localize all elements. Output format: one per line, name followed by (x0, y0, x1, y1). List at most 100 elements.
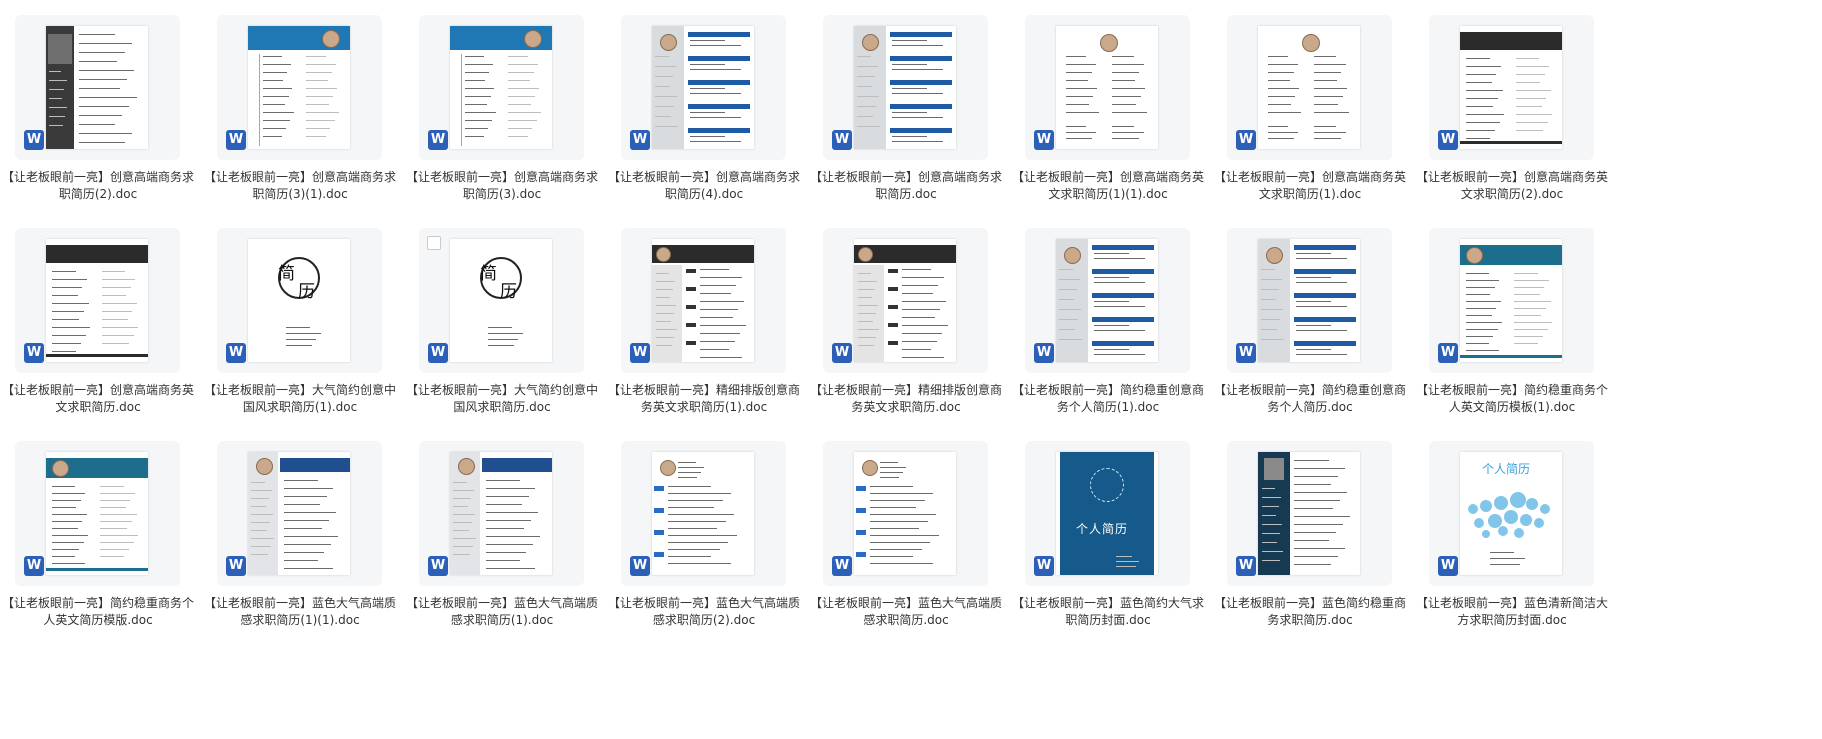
text-line (870, 556, 913, 557)
file-thumbnail[interactable]: W (15, 228, 180, 373)
text-line (1261, 299, 1276, 300)
text-line (79, 61, 117, 62)
file-thumbnail[interactable]: W (419, 15, 584, 160)
file-thumbnail[interactable]: W (823, 228, 988, 373)
file-item[interactable]: 个人简历 W 【让老板眼前一亮】蓝色清新简洁大方求职简历封面.doc (1414, 426, 1622, 666)
file-thumbnail[interactable]: W (621, 15, 786, 160)
text-line (306, 64, 336, 65)
text-line (1466, 98, 1498, 99)
text-line (1466, 294, 1490, 295)
text-line (1066, 112, 1099, 113)
cover-title: 个人简历 (1076, 522, 1129, 536)
section-bar (1294, 293, 1356, 298)
text-line (263, 104, 285, 105)
file-thumbnail[interactable]: W (823, 441, 988, 586)
word-doc-icon: W (1236, 556, 1260, 576)
section-tag (888, 287, 898, 291)
file-item[interactable]: W 【让老板眼前一亮】简约稳重创意商务个人简历(1).doc (1010, 213, 1218, 453)
word-doc-icon: W (226, 130, 250, 150)
file-item[interactable]: W 【让老板眼前一亮】创意高端商务求职简历(3).doc (404, 0, 612, 240)
text-line (263, 96, 289, 97)
file-thumbnail[interactable]: W (1025, 15, 1190, 160)
text-line (690, 112, 725, 113)
file-item[interactable]: W 【让老板眼前一亮】蓝色大气高端质感求职简历(2).doc (606, 426, 814, 666)
file-thumbnail[interactable]: W (1227, 441, 1392, 586)
file-item[interactable]: W 【让老板眼前一亮】创意高端商务求职简历(4).doc (606, 0, 814, 240)
file-thumbnail[interactable]: W (1025, 228, 1190, 373)
text-line (656, 281, 675, 282)
file-thumbnail[interactable]: W (1429, 228, 1594, 373)
file-item[interactable]: W 【让老板眼前一亮】简约稳重创意商务个人简历.doc (1212, 213, 1420, 453)
text-line (284, 520, 329, 521)
file-item[interactable]: W 【让老板眼前一亮】创意高端商务求职简历(3)(1).doc (202, 0, 410, 240)
file-item[interactable]: W 【让老板眼前一亮】创意高端商务英文求职简历(1)(1).doc (1010, 0, 1218, 240)
text-line (102, 279, 135, 280)
thumb-char-jian: 简 (278, 264, 295, 284)
file-item[interactable]: W 【让老板眼前一亮】蓝色大气高端质感求职简历.doc (808, 426, 1016, 666)
file-thumbnail[interactable]: W (419, 441, 584, 586)
section-bar (890, 80, 952, 85)
text-line (453, 522, 472, 523)
file-item[interactable]: W 【让老板眼前一亮】创意高端商务英文求职简历(2).doc (1414, 0, 1622, 240)
file-thumbnail[interactable]: W (1227, 15, 1392, 160)
text-line (1514, 315, 1541, 316)
file-item[interactable]: 简历 W 【让老板眼前一亮】大气简约创意中国风求职简历(1).doc (202, 213, 410, 453)
text-line (284, 560, 318, 561)
file-item[interactable]: W 【让老板眼前一亮】蓝色大气高端质感求职简历(1)(1).doc (202, 426, 410, 666)
text-line (668, 521, 726, 522)
file-item[interactable]: W 【让老板眼前一亮】简约稳重商务个人英文简历模板(1).doc (1414, 213, 1622, 453)
file-thumbnail[interactable]: W (621, 441, 786, 586)
file-item[interactable]: W 【让老板眼前一亮】创意高端商务英文求职简历(1).doc (1212, 0, 1420, 240)
file-item[interactable]: W 【让老板眼前一亮】精细排版创意商务英文求职简历(1).doc (606, 213, 814, 453)
file-item[interactable]: W 【让老板眼前一亮】蓝色简约稳重商务求职简历.doc (1212, 426, 1420, 666)
section-bar (688, 104, 750, 109)
avatar-photo (322, 30, 340, 48)
file-thumbnail[interactable]: 个人简历 W (1429, 441, 1594, 586)
text-line (465, 80, 485, 81)
avatar-photo (1266, 247, 1283, 264)
file-item[interactable]: W 【让老板眼前一亮】创意高端商务求职简历(2).doc (0, 0, 208, 240)
file-thumbnail[interactable]: W (621, 228, 786, 373)
text-line (700, 333, 740, 334)
file-thumbnail[interactable]: 简历W (217, 228, 382, 373)
text-line (1516, 106, 1542, 107)
file-item[interactable]: W 【让老板眼前一亮】简约稳重商务个人英文简历模版.doc (0, 426, 208, 666)
select-checkbox[interactable] (427, 236, 441, 250)
file-item[interactable]: W 【让老板眼前一亮】创意高端商务英文求职简历.doc (0, 213, 208, 453)
text-line (52, 542, 84, 543)
file-item[interactable]: W 【让老板眼前一亮】创意高端商务求职简历.doc (808, 0, 1016, 240)
text-line (1466, 287, 1495, 288)
file-thumbnail[interactable]: 简历W (419, 228, 584, 373)
text-line (1268, 96, 1295, 97)
file-item[interactable]: 个人简历 W 【让老板眼前一亮】蓝色简约大气求职简历封面.doc (1010, 426, 1218, 666)
text-line (656, 297, 670, 298)
document-preview (652, 239, 754, 362)
text-line (52, 295, 78, 296)
text-line (52, 303, 89, 304)
document-preview (652, 452, 754, 575)
file-item[interactable]: 简历 W 【让老板眼前一亮】大气简约创意中国风求职简历.doc (404, 213, 612, 453)
document-preview (1460, 239, 1562, 362)
file-thumbnail[interactable]: W (1429, 15, 1594, 160)
header-band (280, 458, 350, 472)
file-thumbnail[interactable]: W (823, 15, 988, 160)
file-thumbnail[interactable]: W (15, 15, 180, 160)
text-line (1059, 289, 1077, 290)
file-thumbnail[interactable]: W (1227, 228, 1392, 373)
word-doc-icon: W (1034, 130, 1058, 150)
file-thumbnail[interactable]: W (217, 441, 382, 586)
section-tag (888, 269, 898, 273)
text-line (870, 500, 925, 501)
text-line (49, 116, 65, 117)
text-line (1268, 138, 1294, 139)
file-item[interactable]: W 【让老板眼前一亮】精细排版创意商务英文求职简历.doc (808, 213, 1016, 453)
text-line (79, 142, 125, 143)
file-thumbnail[interactable]: W (217, 15, 382, 160)
word-doc-icon: W (832, 343, 856, 363)
file-thumbnail[interactable]: 个人简历 W (1025, 441, 1190, 586)
text-line (690, 141, 741, 142)
file-name-label: 【让老板眼前一亮】蓝色清新简洁大方求职简历封面.doc (1415, 596, 1608, 627)
file-thumbnail[interactable]: W (15, 441, 180, 586)
text-line (656, 321, 671, 322)
file-item[interactable]: W 【让老板眼前一亮】蓝色大气高端质感求职简历(1).doc (404, 426, 612, 666)
